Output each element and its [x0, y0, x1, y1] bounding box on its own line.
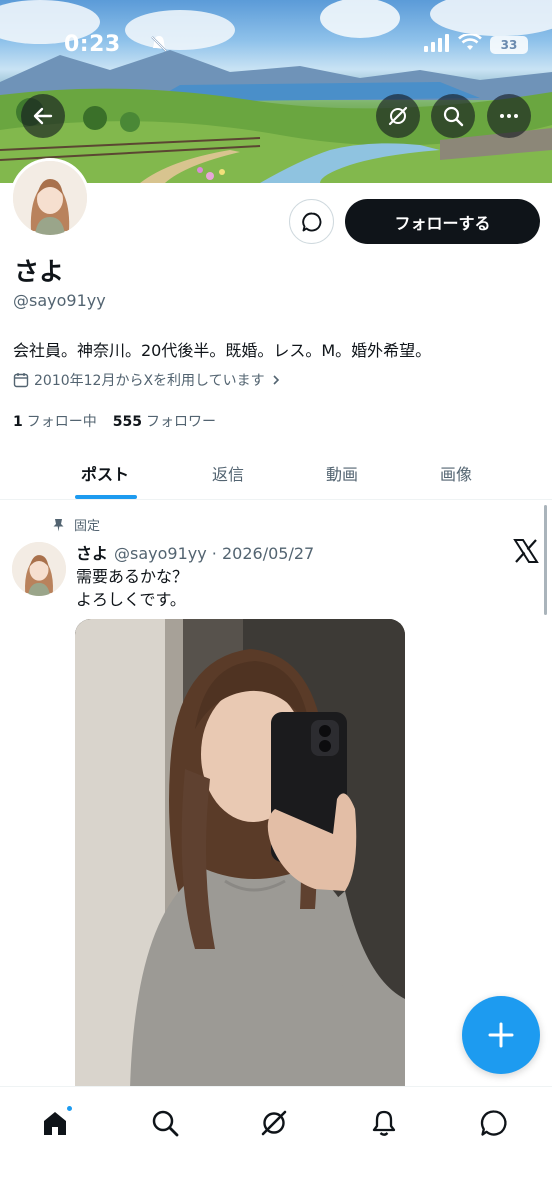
profile-handle: @sayo91yy: [13, 291, 106, 310]
tab-replies[interactable]: 返信: [178, 445, 278, 500]
chevron-right-icon: [273, 375, 279, 385]
nav-home[interactable]: [35, 1103, 75, 1143]
grok-button[interactable]: [376, 94, 420, 138]
home-icon: [44, 1112, 66, 1135]
post-meta: @sayo91yy · 2026/05/27: [114, 544, 315, 563]
joined-text: 2010年12月からXを利用しています: [34, 373, 265, 389]
tab-posts[interactable]: ポスト: [55, 445, 155, 500]
post-author[interactable]: さよ: [76, 544, 108, 563]
back-arrow-icon: [33, 107, 53, 125]
profile-bio: 会社員。神奈川。20代後半。既婚。レス。M。婚外希望。: [13, 341, 432, 360]
post-text: 需要あるかな？ よろしくです。: [76, 567, 189, 609]
calendar-icon: [13, 373, 29, 388]
search-icon: [152, 1110, 179, 1137]
compose-button[interactable]: [462, 996, 540, 1074]
search-button[interactable]: [431, 94, 475, 138]
joined-date[interactable]: 2010年12月からXを利用しています: [13, 370, 282, 390]
following-link[interactable]: 1 フォロー中: [13, 411, 97, 431]
post-header: さよ @sayo91yy · 2026/05/27: [76, 540, 314, 564]
follow-button[interactable]: フォローする: [345, 199, 540, 244]
status-bar: 0:23 33: [0, 0, 552, 90]
follow-counts: 1 フォロー中 555 フォロワー: [13, 411, 216, 431]
plus-icon: [488, 1022, 514, 1048]
pin-icon: [53, 518, 64, 531]
message-icon: [301, 212, 321, 231]
nav-messages[interactable]: [474, 1103, 514, 1143]
message-button[interactable]: [289, 199, 334, 244]
silent-bell-icon: [149, 34, 169, 58]
status-time: 0:23: [64, 32, 121, 57]
followers-count: 555: [112, 414, 142, 430]
bottom-nav: [0, 1086, 552, 1200]
pinned-text: 固定: [74, 519, 101, 534]
followers-link[interactable]: 555 フォロワー: [113, 411, 216, 431]
grok-icon: [261, 1110, 287, 1136]
search-icon: [443, 106, 464, 127]
profile-tabs: ポスト 返信 動画 画像: [0, 445, 552, 500]
followers-label: フォロワー: [145, 414, 216, 430]
battery-indicator: 33: [490, 36, 528, 54]
nav-notifications[interactable]: [364, 1103, 404, 1143]
active-tab-indicator: [75, 495, 137, 499]
more-icon: [500, 114, 518, 118]
tab-images[interactable]: 画像: [406, 445, 506, 500]
nav-search[interactable]: [145, 1103, 185, 1143]
wifi-icon: [458, 32, 482, 56]
x-logo-icon: [513, 539, 539, 563]
status-icons: 33: [151, 32, 528, 56]
post-image[interactable]: [75, 619, 405, 1089]
nav-grok[interactable]: [254, 1103, 294, 1143]
following-label: フォロー中: [26, 414, 97, 430]
following-count: 1: [13, 414, 23, 430]
home-notification-dot: [65, 1104, 74, 1113]
more-button[interactable]: [487, 94, 531, 138]
grok-icon: [388, 106, 408, 126]
bell-icon: [372, 1110, 396, 1136]
back-button[interactable]: [21, 94, 65, 138]
profile-avatar[interactable]: [10, 158, 90, 238]
message-icon: [480, 1110, 507, 1136]
tab-videos[interactable]: 動画: [292, 445, 392, 500]
display-name: さよ: [14, 257, 65, 286]
pinned-label: 固定: [52, 515, 100, 534]
post-avatar[interactable]: [12, 542, 66, 596]
signal-icon: [424, 34, 450, 56]
scrollbar[interactable]: [544, 505, 547, 615]
